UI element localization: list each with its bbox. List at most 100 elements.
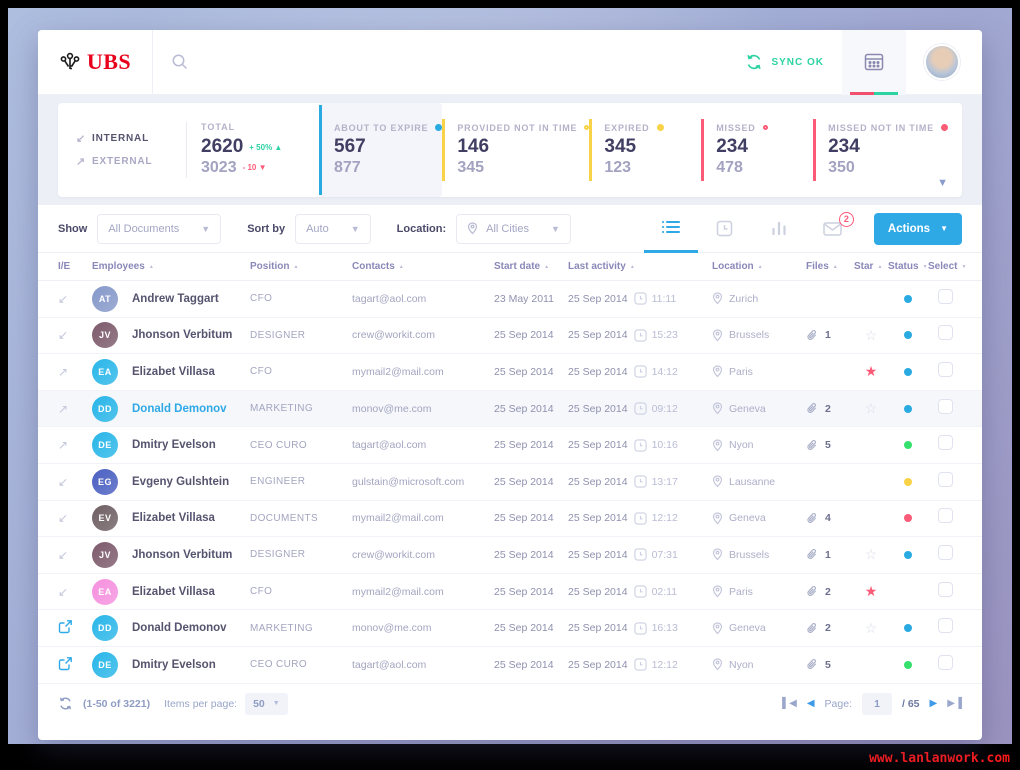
employee-name[interactable]: Elizabet Villasa	[132, 366, 250, 378]
employee-name[interactable]: Donald Demonov	[132, 403, 250, 415]
tab-list-view[interactable]	[643, 205, 698, 253]
table-row[interactable]: ↗ DD Donald Demonov MARKETING monov@me.c…	[38, 390, 982, 428]
column-header-status[interactable]: Status ▼	[888, 261, 928, 272]
table-row[interactable]: DE Dmitry Evelson CEO CURO tagart@aol.co…	[38, 646, 982, 684]
files-cell[interactable]: 5	[806, 658, 854, 671]
column-header-location[interactable]: Location ▲	[712, 261, 806, 272]
search-icon[interactable]	[171, 53, 189, 71]
contact-email[interactable]: tagart@aol.com	[352, 659, 494, 671]
employee-name[interactable]: Elizabet Villasa	[132, 512, 250, 524]
table-row[interactable]: ↗ EA Elizabet Villasa CFO mymail2@mail.c…	[38, 354, 982, 391]
files-cell[interactable]: 1	[806, 329, 854, 342]
employee-name[interactable]: Elizabet Villasa	[132, 586, 250, 598]
external-toggle[interactable]: ↗ EXTERNAL	[76, 155, 172, 168]
star-toggle[interactable]: ☆	[854, 546, 888, 563]
table-row[interactable]: DD Donald Demonov MARKETING monov@me.com…	[38, 610, 982, 647]
row-checkbox[interactable]	[937, 471, 953, 487]
calendar-tab[interactable]	[842, 30, 906, 95]
star-toggle[interactable]: ★	[854, 583, 888, 600]
contact-email[interactable]: mymail2@mail.com	[352, 512, 494, 524]
clock-icon	[633, 329, 647, 342]
stat-block[interactable]: PROVIDED NOT IN TIME 146 345	[442, 103, 590, 197]
external-link-icon[interactable]	[58, 656, 73, 671]
page-input[interactable]	[862, 692, 892, 715]
column-header-files[interactable]: Files ▲	[806, 261, 854, 272]
tab-mail-view[interactable]: 2	[806, 205, 860, 253]
employee-name[interactable]: Evgeny Gulshtein	[132, 476, 250, 488]
row-checkbox[interactable]	[937, 361, 953, 377]
files-cell[interactable]: 4	[806, 512, 854, 525]
stat-block[interactable]: ABOUT TO EXPIRE 567 877	[319, 103, 443, 197]
sync-status[interactable]: SYNC OK	[745, 53, 824, 71]
row-checkbox[interactable]	[937, 508, 953, 524]
column-header-star[interactable]: Star ▲	[854, 261, 888, 272]
external-link-icon[interactable]	[58, 619, 73, 634]
files-cell[interactable]: 1	[806, 548, 854, 561]
table-row[interactable]: ↙ JV Jhonson Verbitum DESIGNER crew@work…	[38, 537, 982, 574]
row-checkbox[interactable]	[937, 654, 953, 670]
column-header-last-activity[interactable]: Last activity ▲	[568, 261, 712, 272]
column-header-position[interactable]: Position ▲	[250, 261, 352, 272]
star-toggle[interactable]: ☆	[854, 400, 888, 417]
contact-email[interactable]: tagart@aol.com	[352, 439, 494, 451]
stat-block[interactable]: EXPIRED 345 123	[589, 103, 701, 197]
refresh-icon[interactable]	[58, 696, 73, 711]
table-row[interactable]: ↙ AT Andrew Taggart CFO tagart@aol.com 2…	[38, 281, 982, 318]
column-header-select[interactable]: Select ▼	[928, 261, 966, 272]
table-row[interactable]: ↙ EV Elizabet Villasa DOCUMENTS mymail2@…	[38, 500, 982, 538]
row-checkbox[interactable]	[937, 435, 953, 451]
row-checkbox[interactable]	[937, 398, 953, 414]
contact-email[interactable]: monov@me.com	[352, 403, 494, 415]
row-checkbox[interactable]	[937, 288, 953, 304]
user-avatar[interactable]	[924, 44, 960, 80]
files-cell[interactable]: 5	[806, 439, 854, 452]
items-per-page-select[interactable]: 50 ▼	[245, 692, 288, 715]
tab-chart-view[interactable]	[752, 205, 806, 253]
contact-email[interactable]: mymail2@mail.com	[352, 366, 494, 378]
employee-name[interactable]: Andrew Taggart	[132, 293, 250, 305]
last-page-button[interactable]: ▶▐	[947, 698, 962, 709]
show-dropdown[interactable]: All Documents ▼	[97, 213, 222, 244]
contact-email[interactable]: monov@me.com	[352, 622, 494, 634]
column-header-start-date[interactable]: Start date ▲	[494, 261, 568, 272]
stat-block[interactable]: MISSED NOT IN TIME 234 350	[813, 103, 948, 197]
status-dot	[888, 436, 928, 454]
table-row[interactable]: ↙ JV Jhonson Verbitum DESIGNER crew@work…	[38, 317, 982, 355]
contact-email[interactable]: tagart@aol.com	[352, 293, 494, 305]
contact-email[interactable]: crew@workit.com	[352, 329, 494, 341]
tab-schedule-view[interactable]	[698, 205, 752, 253]
star-toggle[interactable]: ☆	[854, 620, 888, 637]
start-date: 25 Sep 2014	[494, 548, 554, 561]
first-page-button[interactable]: ▌◀	[782, 698, 797, 709]
row-checkbox[interactable]	[937, 325, 953, 341]
files-cell[interactable]: 2	[806, 402, 854, 415]
contact-email[interactable]: crew@workit.com	[352, 549, 494, 561]
employee-name[interactable]: Jhonson Verbitum	[132, 549, 250, 561]
files-cell[interactable]: 2	[806, 622, 854, 635]
location-dropdown[interactable]: All Cities ▼	[456, 213, 571, 244]
table-row[interactable]: ↗ DE Dmitry Evelson CEO CURO tagart@aol.…	[38, 427, 982, 464]
files-cell[interactable]: 2	[806, 585, 854, 598]
internal-toggle[interactable]: ↙ INTERNAL	[76, 132, 172, 145]
column-header-contacts[interactable]: Contacts ▲	[352, 261, 494, 272]
sortby-dropdown[interactable]: Auto ▼	[295, 213, 371, 244]
employee-name[interactable]: Jhonson Verbitum	[132, 329, 250, 341]
prev-page-button[interactable]: ◀	[807, 698, 815, 709]
employee-name[interactable]: Dmitry Evelson	[132, 659, 250, 671]
column-header-employees[interactable]: Employees ▲	[92, 261, 250, 272]
actions-button[interactable]: Actions ▼	[873, 212, 962, 245]
stat-block[interactable]: MISSED 234 478	[701, 103, 813, 197]
stats-collapse-chevron-icon[interactable]: ▼	[937, 177, 948, 189]
employee-name[interactable]: Dmitry Evelson	[132, 439, 250, 451]
employee-name[interactable]: Donald Demonov	[132, 622, 250, 634]
table-row[interactable]: ↙ EA Elizabet Villasa CFO mymail2@mail.c…	[38, 573, 982, 611]
next-page-button[interactable]: ▶	[930, 698, 938, 709]
row-checkbox[interactable]	[937, 544, 953, 560]
star-toggle[interactable]: ☆	[854, 327, 888, 344]
row-checkbox[interactable]	[937, 618, 953, 634]
star-toggle[interactable]: ★	[854, 363, 888, 380]
contact-email[interactable]: mymail2@mail.com	[352, 586, 494, 598]
row-checkbox[interactable]	[937, 581, 953, 597]
table-row[interactable]: ↙ EG Evgeny Gulshtein ENGINEER gulstain@…	[38, 463, 982, 501]
contact-email[interactable]: gulstain@microsoft.com	[352, 476, 494, 488]
